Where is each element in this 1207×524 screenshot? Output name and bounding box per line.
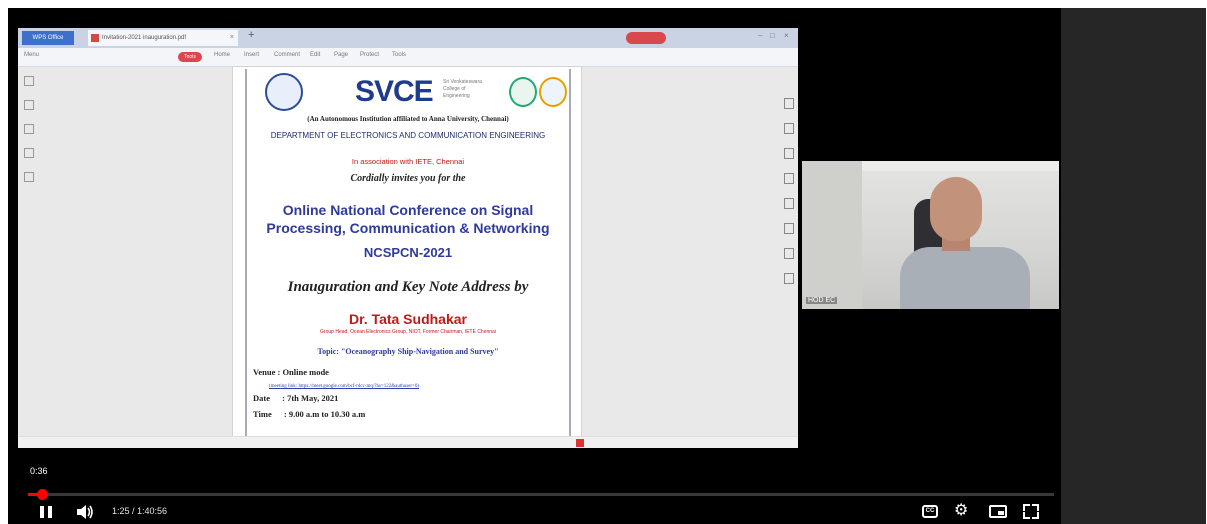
meeting-link-row: (meeting link: https://meet.google.com/b… xyxy=(269,379,419,389)
app-button: WPS Office xyxy=(22,31,74,45)
miniplayer-button[interactable] xyxy=(989,505,1007,518)
talk-topic: Topic: "Oceanography Ship-Navigation and… xyxy=(317,347,499,356)
participant-head xyxy=(930,177,982,241)
ribbon-item: Menu xyxy=(24,52,40,58)
progress-bar[interactable] xyxy=(28,489,1054,500)
participant-body xyxy=(900,247,1030,309)
search-icon xyxy=(24,172,34,182)
logo-subtitle: Sri Venkateswara College of Engineering xyxy=(443,79,482,99)
fullscreen-icon-corner xyxy=(1032,512,1039,519)
inauguration-line: Inauguration and Key Note Address by xyxy=(287,279,529,295)
right-tool-strip xyxy=(784,98,796,298)
volume-button[interactable] xyxy=(76,504,94,520)
fullscreen-icon-corner xyxy=(1032,504,1039,511)
ribbon-item: Home xyxy=(214,52,231,58)
ribbon-item: Insert xyxy=(244,52,260,58)
invite-line: Cordially invites you for the xyxy=(350,173,466,184)
participant-label: HOD EC xyxy=(806,297,838,304)
ribbon-item: Edit xyxy=(310,52,321,58)
video-player[interactable]: WPS Office Invitation-2021 inauguration.… xyxy=(8,8,1206,524)
maximize-icon: □ xyxy=(770,31,775,40)
time-label: Time xyxy=(253,409,272,419)
department-heading: DEPARTMENT OF ELECTRONICS AND COMMUNICAT… xyxy=(270,131,546,140)
volume-icon xyxy=(77,505,93,519)
sign-in-badge xyxy=(626,32,666,44)
tool-icon xyxy=(784,173,794,184)
fullscreen-icon-corner xyxy=(1023,512,1030,519)
status-bar xyxy=(18,436,798,448)
poster: SVCE Sri Venkateswara College of Enginee… xyxy=(245,69,571,448)
fullscreen-button[interactable] xyxy=(1023,504,1039,519)
conference-code: NCSPCN-2021 xyxy=(363,245,453,260)
date-value: : 7th May, 2021 xyxy=(282,393,339,403)
time-row: Time : 9.00 a.m to 10.30 a.m xyxy=(253,409,365,419)
ribbon-toolbar: Menu Home Insert Comment Edit Page Prote… xyxy=(18,48,798,67)
scrubber-handle[interactable] xyxy=(37,489,48,500)
minimize-icon: – xyxy=(758,31,763,40)
conference-title: Online National Conference on Signal Pro… xyxy=(266,202,550,236)
player-side-panel xyxy=(1061,8,1206,524)
settings-button[interactable]: ⚙ xyxy=(954,502,972,520)
college-emblem-icon xyxy=(265,73,303,111)
annotation-icon xyxy=(24,124,34,134)
record-icon xyxy=(576,439,584,447)
close-window-icon: × xyxy=(784,31,789,40)
document-tab: Invitation-2021 inauguration.pdf × xyxy=(88,30,238,46)
tool-icon xyxy=(784,223,794,234)
pause-icon xyxy=(40,506,44,518)
speaker-name: Dr. Tata Sudhakar xyxy=(348,311,467,327)
date-row: Date : 7th May, 2021 xyxy=(253,393,338,403)
background-door xyxy=(802,161,862,309)
ribbon-active-tab: Tools xyxy=(178,52,202,62)
ribbon-item: Comment xyxy=(274,52,301,58)
pdf-icon xyxy=(91,34,99,42)
captions-button[interactable]: CC xyxy=(922,505,938,518)
miniplayer-icon xyxy=(998,511,1004,515)
thumbnail-icon xyxy=(24,76,34,86)
ribbon-item: Protect xyxy=(360,52,380,58)
fullscreen-icon xyxy=(1023,504,1030,511)
time-value: : 9.00 a.m to 10.30 a.m xyxy=(283,409,366,419)
tool-icon xyxy=(784,273,794,284)
left-tool-strip xyxy=(24,76,36,196)
plus-icon: + xyxy=(248,29,255,41)
venue-label: Venue : Online mode xyxy=(253,367,329,377)
scrub-time-tooltip: 0:36 xyxy=(30,466,48,476)
date-label: Date xyxy=(253,393,270,403)
webcam-feed: HOD EC xyxy=(802,161,1059,309)
association-line: In association with IETE, Chennai xyxy=(351,157,465,166)
close-icon: × xyxy=(229,34,234,41)
attachment-icon xyxy=(24,148,34,158)
svce-logo: SVCE xyxy=(355,75,434,108)
document-tab-title: Invitation-2021 inauguration.pdf xyxy=(102,35,187,41)
ribbon-item: Tools xyxy=(392,52,407,58)
tool-icon xyxy=(784,98,794,109)
time-display: 1:25 / 1:40:56 xyxy=(112,506,168,516)
tool-icon xyxy=(784,148,794,159)
venue-row: Venue : Online mode xyxy=(253,367,329,377)
tool-icon xyxy=(784,123,794,134)
window-tab-bar: WPS Office Invitation-2021 inauguration.… xyxy=(18,28,798,48)
speaker-role: Group Head, Ocean Electronics Group, NIO… xyxy=(320,329,496,335)
pause-button[interactable] xyxy=(38,504,54,520)
tool-icon xyxy=(784,198,794,209)
shared-screen: WPS Office Invitation-2021 inauguration.… xyxy=(18,28,798,448)
autonomous-line: (An Autonomous Institution affiliated to… xyxy=(307,115,509,123)
iete-logo-icon xyxy=(509,77,537,107)
background-ceiling xyxy=(862,161,1059,171)
bookmark-icon xyxy=(24,100,34,110)
meeting-link: (meeting link: https://meet.google.com/b… xyxy=(269,384,420,389)
pause-icon-bar xyxy=(48,506,52,518)
pdf-page: SVCE Sri Venkateswara College of Enginee… xyxy=(232,66,582,448)
partner-logo-icon xyxy=(539,77,567,107)
gear-icon: ⚙ xyxy=(954,502,969,519)
tool-icon xyxy=(784,248,794,259)
ribbon-item: Page xyxy=(334,52,349,58)
